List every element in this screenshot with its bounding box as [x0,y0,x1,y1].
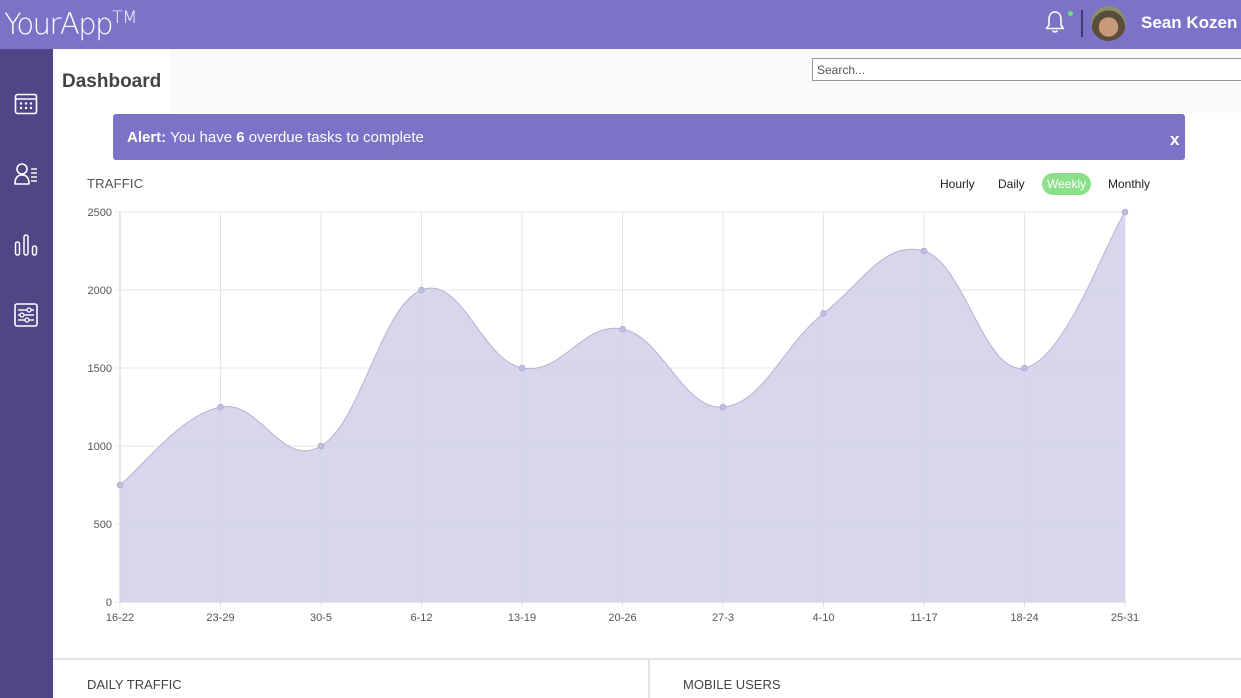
search-input[interactable] [812,58,1241,81]
x-tick-label: 23-29 [206,612,234,624]
user-avatar[interactable] [1091,6,1126,41]
data-point [1121,208,1129,216]
y-tick-label: 2000 [88,285,112,297]
top-header: YourAppTM Sean Kozen [0,0,1241,49]
data-point [317,442,325,450]
app-logo[interactable]: YourAppTM [4,6,137,47]
logo-your: Your [4,7,61,41]
tab-weekly[interactable]: Weekly [1042,173,1092,195]
tab-monthly[interactable]: Monthly [1103,173,1155,195]
data-point [719,403,727,411]
x-tick-label: 6-12 [410,612,432,624]
data-point [920,247,928,255]
x-tick-label: 16-22 [106,612,134,624]
tab-hourly[interactable]: Hourly [935,173,980,195]
alert-close-button[interactable]: x [1170,130,1179,150]
mobile-users-title: MOBILE USERS [683,677,781,692]
alert-label: Alert: [127,129,167,146]
alert-text-before: You have [166,129,237,146]
alert-count: 6 [236,129,245,146]
x-tick-label: 20-26 [608,612,636,624]
header-divider [1081,10,1083,37]
x-tick-label: 18-24 [1010,612,1038,624]
bar-chart-icon[interactable] [13,232,39,258]
sliders-icon[interactable] [13,302,39,328]
x-tick-label: 11-17 [910,612,937,624]
y-tick-label: 1500 [88,363,112,375]
calendar-icon[interactable] [13,91,39,117]
y-tick-label: 0 [106,597,112,609]
panel-divider [648,660,650,698]
notification-dot [1068,11,1073,16]
x-tick-label: 27-3 [712,612,734,624]
section-divider [53,658,1241,660]
logo-trademark: TM [112,8,138,28]
y-tick-label: 2500 [88,207,112,219]
logo-app: App [59,7,114,41]
x-tick-label: 13-19 [508,612,536,624]
tab-daily[interactable]: Daily [993,173,1030,195]
y-tick-label: 500 [94,519,112,531]
sidebar [0,49,53,698]
alert-text-after: overdue tasks to complete [244,129,424,146]
data-point [518,364,526,372]
x-tick-label: 30-5 [310,612,332,624]
traffic-chart: 0 500 1000 1500 2000 2500 16-22 23-29 30-5 6-12 13… [88,207,1140,624]
data-point [418,286,425,294]
data-point [820,310,827,317]
x-tick-label: 4-10 [812,612,834,624]
x-tick-label: 25-31 [1111,612,1139,624]
alert-banner: Alert: You have 6 overdue tasks to compl… [113,114,1185,160]
data-point [217,403,224,411]
page-title: Dashboard [62,71,162,92]
y-tick-label: 1000 [88,441,112,453]
user-list-icon[interactable] [13,161,39,187]
data-point [619,325,626,333]
user-name[interactable]: Sean Kozen [1141,13,1237,33]
daily-traffic-title: DAILY TRAFFIC [87,677,182,692]
bell-icon[interactable] [1043,9,1067,35]
data-point [116,481,124,489]
alert-message: Alert: You have 6 overdue tasks to compl… [127,129,424,146]
data-point [1021,364,1028,372]
traffic-title: TRAFFIC [87,176,144,191]
